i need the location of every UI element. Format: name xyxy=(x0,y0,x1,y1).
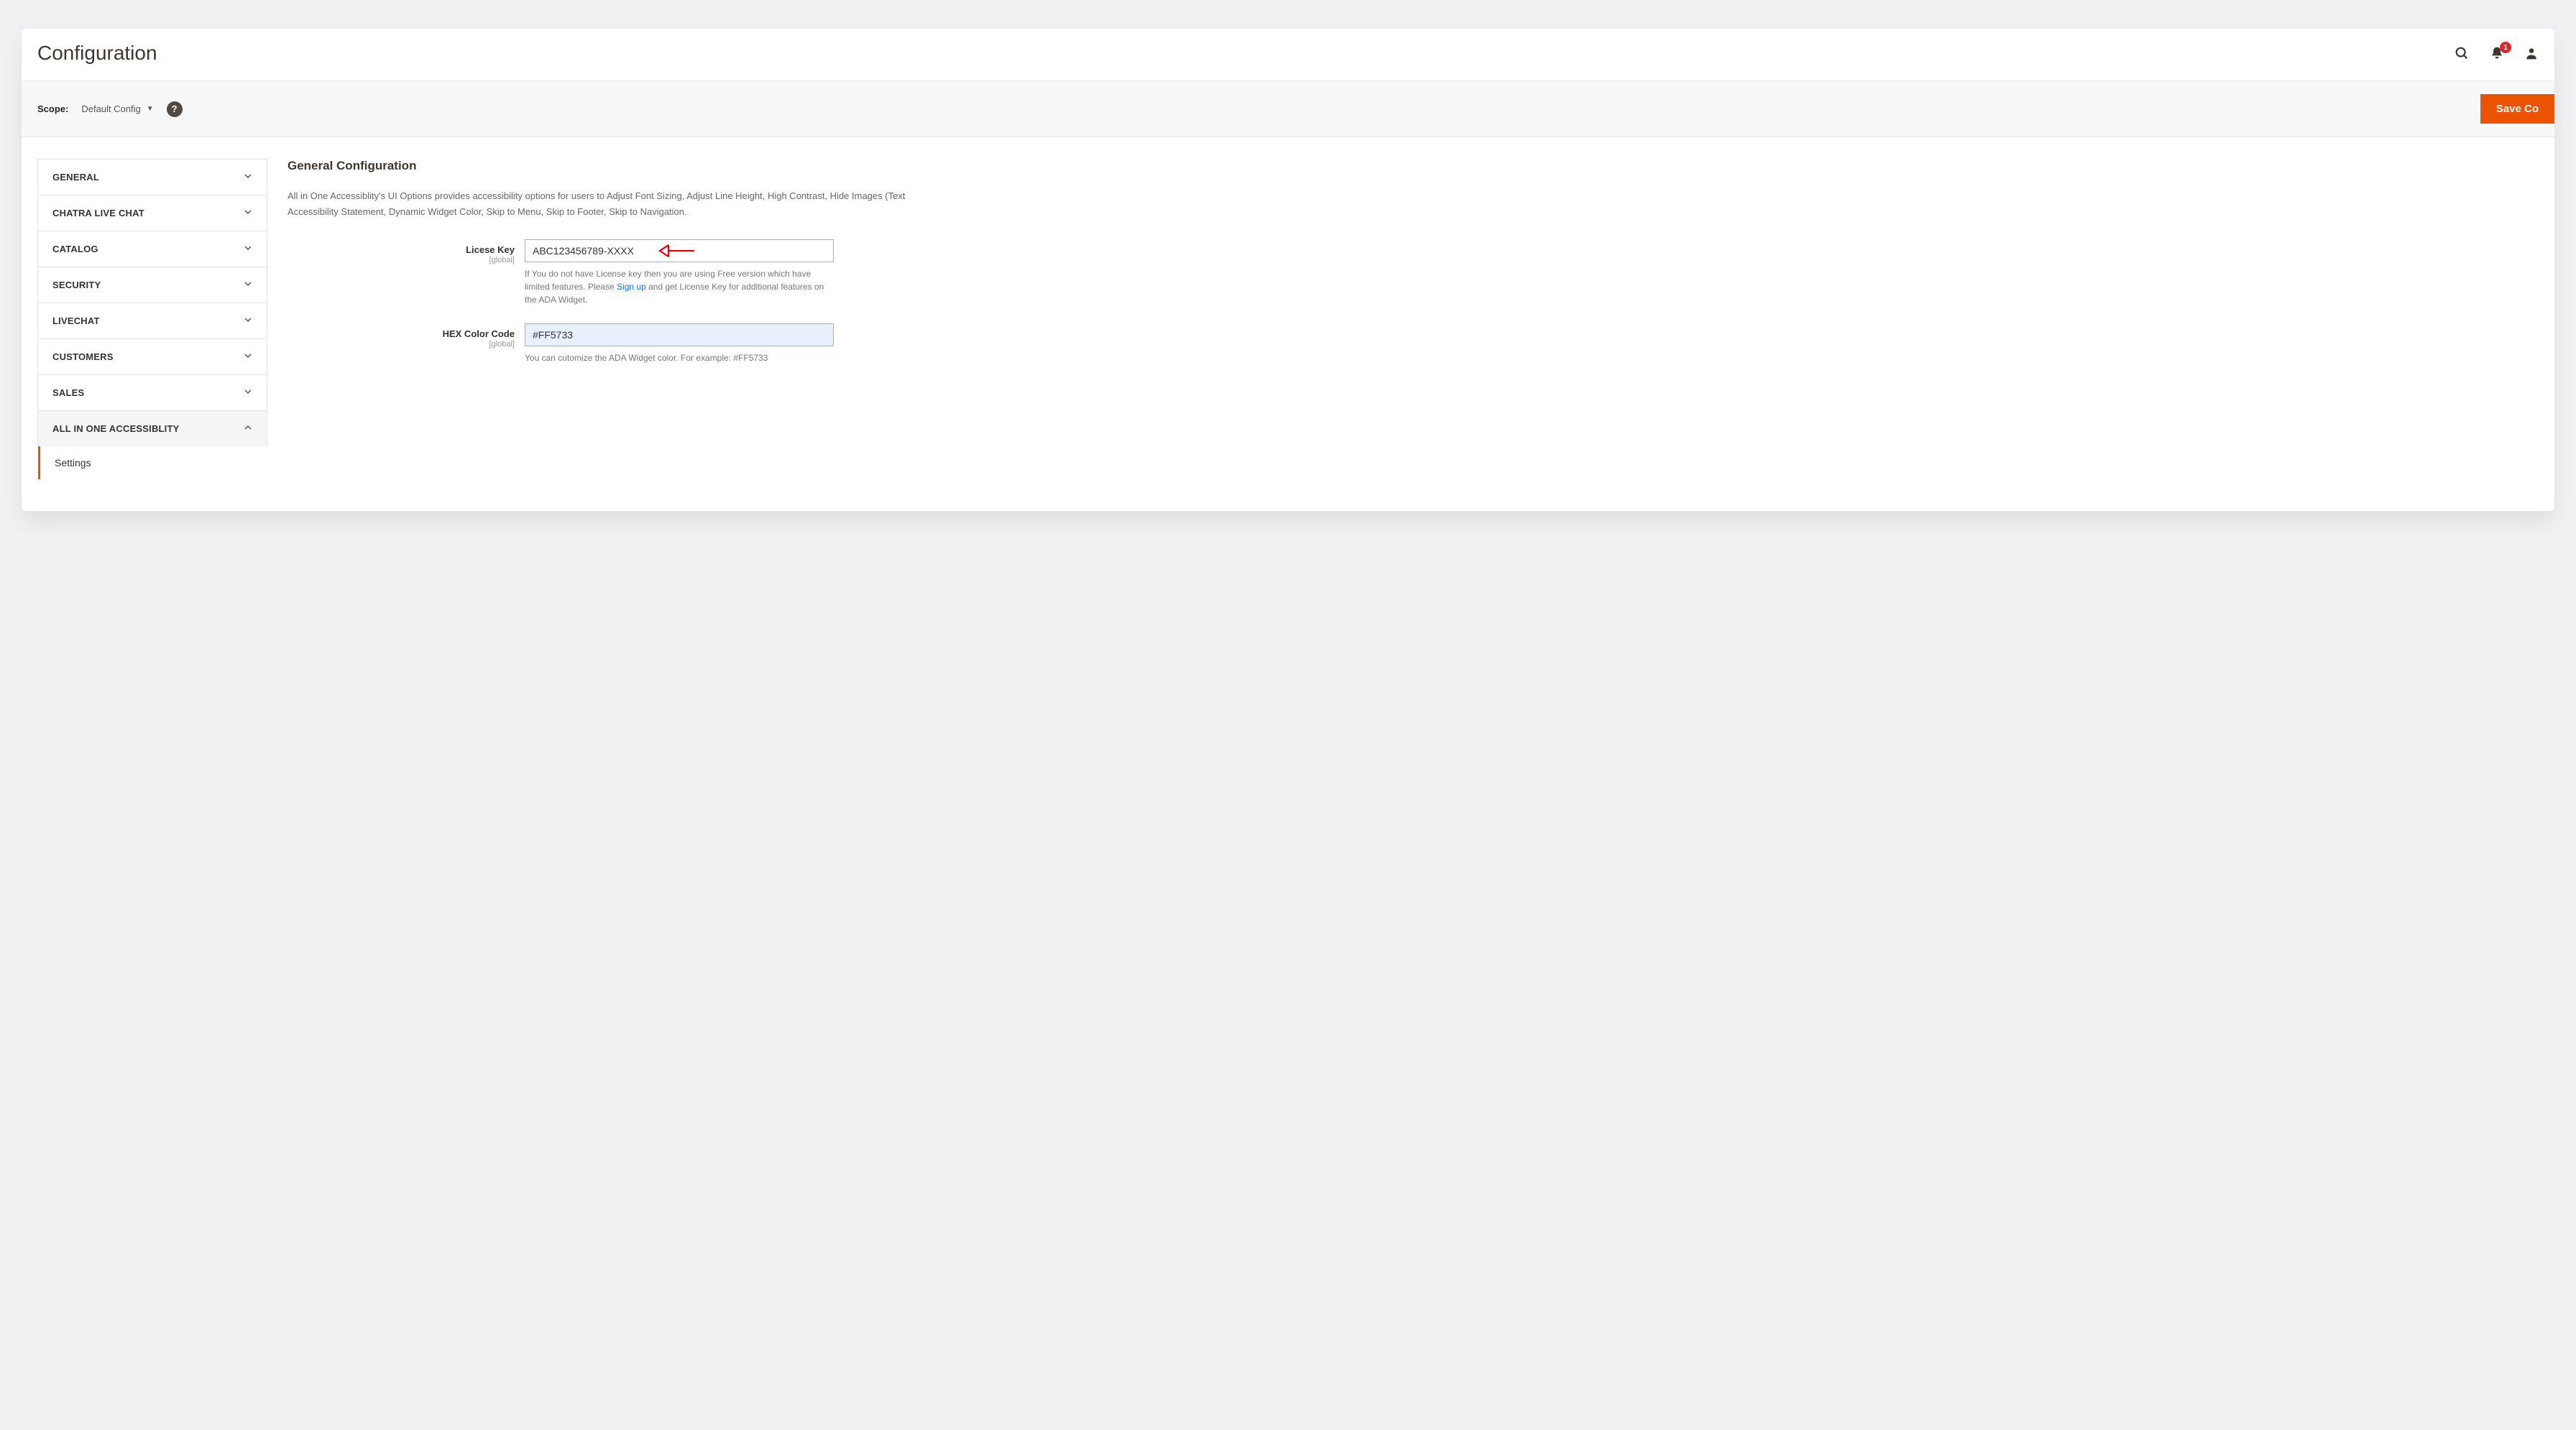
hex-note: You can cutomize the ADA Widget color. F… xyxy=(525,351,834,364)
main-content: General Configuration All in One Accessi… xyxy=(288,159,2554,511)
chevron-down-icon xyxy=(244,172,252,183)
chevron-up-icon xyxy=(244,423,252,434)
sidebar-item-label: SALES xyxy=(52,387,84,398)
sidebar-item-label: CHATRA LIVE CHAT xyxy=(52,208,144,218)
section-title: General Configuration xyxy=(288,159,2537,173)
section-description: All in One Accessiblity's UI Options pro… xyxy=(288,189,2537,203)
header-actions: 1 xyxy=(2454,45,2539,61)
sidebar-item-customers[interactable]: CUSTOMERS xyxy=(37,338,267,374)
license-key-input[interactable] xyxy=(525,239,834,262)
chevron-down-icon xyxy=(244,351,252,362)
chevron-down-icon xyxy=(244,208,252,218)
license-note: If You do not have License key then you … xyxy=(525,267,834,306)
notifications-icon[interactable]: 1 xyxy=(2490,46,2504,60)
sidebar-item-label: CATALOG xyxy=(52,244,98,254)
field-hex-color: HEX Color Code [global] You can cutomize… xyxy=(288,323,2537,364)
sidebar-item-catalog[interactable]: CATALOG xyxy=(37,231,267,267)
sidebar-item-security[interactable]: SECURITY xyxy=(37,267,267,303)
page-header: Configuration 1 xyxy=(22,29,2554,80)
save-config-button[interactable]: Save Co xyxy=(2480,94,2554,124)
chevron-down-icon xyxy=(244,244,252,254)
field-scope: [global] xyxy=(288,340,515,349)
sidebar-item-label: ALL IN ONE ACCESSIBLITY xyxy=(52,423,180,434)
page-title: Configuration xyxy=(37,42,157,65)
config-sidebar: GENERAL CHATRA LIVE CHAT CATALOG SECURIT… xyxy=(37,159,267,511)
section-description-2: Accessibility Statement, Dynamic Widget … xyxy=(288,205,2537,219)
sidebar-item-label: SECURITY xyxy=(52,280,101,290)
scope-label: Scope: xyxy=(37,103,68,114)
caret-down-icon: ▼ xyxy=(147,105,154,113)
scope-value: Default Config xyxy=(81,103,140,114)
field-license-key: Licese Key [global] xyxy=(288,239,2537,306)
chevron-down-icon xyxy=(244,315,252,326)
scope-toolbar: Scope: Default Config ▼ ? Save Co xyxy=(22,80,2554,137)
notification-badge: 1 xyxy=(2500,42,2511,53)
sidebar-item-label: CUSTOMERS xyxy=(52,351,114,362)
field-label: Licese Key xyxy=(466,244,515,255)
field-scope: [global] xyxy=(288,256,515,264)
sidebar-item-general[interactable]: GENERAL xyxy=(37,159,267,195)
help-icon[interactable]: ? xyxy=(167,101,183,117)
sidebar-item-sales[interactable]: SALES xyxy=(37,374,267,410)
search-icon[interactable] xyxy=(2454,45,2470,61)
chevron-down-icon xyxy=(244,280,252,290)
sidebar-item-livechat[interactable]: LIVECHAT xyxy=(37,303,267,338)
field-label: HEX Color Code xyxy=(443,328,515,339)
sidebar-item-label: GENERAL xyxy=(52,172,99,183)
chevron-down-icon xyxy=(244,387,252,398)
scope-select[interactable]: Default Config ▼ xyxy=(81,103,153,114)
sidebar-item-chatra[interactable]: CHATRA LIVE CHAT xyxy=(37,195,267,231)
config-panel: Configuration 1 Scope: Default Config xyxy=(22,29,2554,511)
account-icon[interactable] xyxy=(2524,46,2539,60)
signup-link[interactable]: Sign up xyxy=(617,282,646,292)
hex-color-input[interactable] xyxy=(525,323,834,346)
sidebar-subitem-settings[interactable]: Settings xyxy=(38,446,267,479)
sidebar-item-accessibility[interactable]: ALL IN ONE ACCESSIBLITY xyxy=(37,410,267,446)
sidebar-item-label: LIVECHAT xyxy=(52,315,100,326)
